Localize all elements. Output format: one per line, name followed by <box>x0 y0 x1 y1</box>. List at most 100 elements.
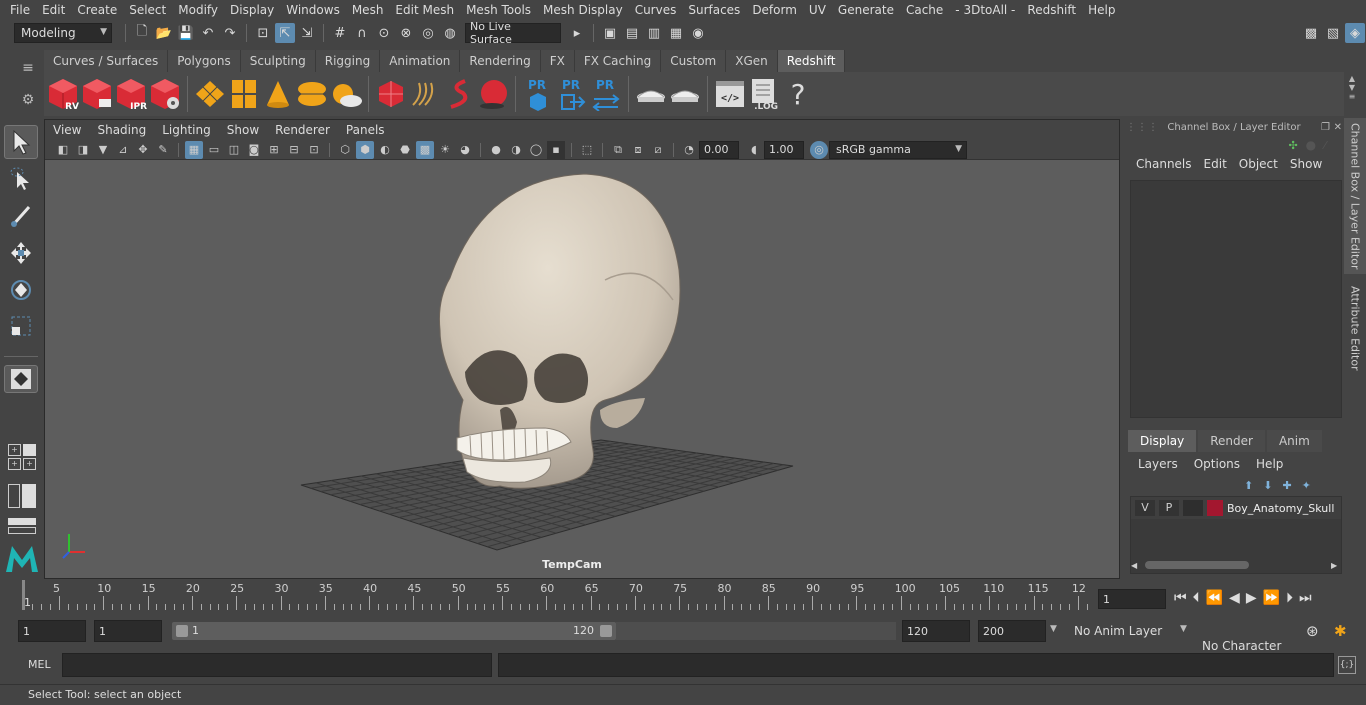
tab-custom[interactable]: Custom <box>661 50 727 72</box>
layer-color-swatch[interactable] <box>1207 500 1223 516</box>
chevron-down-icon[interactable]: ▼ <box>1180 624 1187 634</box>
go-to-end-icon[interactable]: ⏭ <box>1299 590 1312 606</box>
anim-layer-select[interactable]: No Anim Layer <box>1068 620 1178 642</box>
menu-uv[interactable]: UV <box>803 3 832 17</box>
chevron-right-icon[interactable]: ▶ <box>1331 561 1341 570</box>
select-tool-button[interactable] <box>4 125 38 159</box>
log-button[interactable]: .LOG <box>748 76 780 112</box>
shadows-icon[interactable]: ◕ <box>456 141 474 159</box>
viewport-menu-view[interactable]: View <box>45 123 89 137</box>
menu-windows[interactable]: Windows <box>280 3 346 17</box>
redshift-rv-button[interactable]: RV <box>47 76 79 112</box>
mode-selector[interactable]: Modeling ▼ <box>14 23 112 43</box>
2d-pan-icon[interactable]: ✥ <box>134 141 152 159</box>
render-current-icon[interactable]: ▤ <box>622 23 642 43</box>
hypershade-icon[interactable]: ◉ <box>688 23 708 43</box>
select-hierarchy-icon[interactable]: ⊡ <box>253 23 273 43</box>
safe-title-icon[interactable]: ⊡ <box>305 141 323 159</box>
menu-curves[interactable]: Curves <box>629 3 683 17</box>
xray-active-icon[interactable]: ⧄ <box>649 141 667 159</box>
motion-blur-icon[interactable]: ◑ <box>507 141 525 159</box>
range-end-handle[interactable] <box>600 625 612 637</box>
menu-display[interactable]: Display <box>224 3 280 17</box>
scroll-thumb[interactable] <box>1145 561 1249 569</box>
toolkit-icon[interactable]: ▧ <box>1323 23 1343 43</box>
viewport-menu-renderer[interactable]: Renderer <box>267 123 338 137</box>
playback-end-field[interactable]: 120 <box>902 620 970 642</box>
menu-mesh[interactable]: Mesh <box>346 3 390 17</box>
bake-settings-button[interactable] <box>669 76 701 112</box>
menu-file[interactable]: File <box>4 3 36 17</box>
snap-surface-icon[interactable]: ◎ <box>418 23 438 43</box>
channel-list[interactable] <box>1130 180 1342 418</box>
use-lights-icon[interactable]: ☀ <box>436 141 454 159</box>
tab-rendering[interactable]: Rendering <box>460 50 541 72</box>
step-forward-frame-icon[interactable]: ⏵ <box>1286 590 1293 606</box>
select-component-icon[interactable]: ⇲ <box>297 23 317 43</box>
menu-select[interactable]: Select <box>123 3 172 17</box>
redshift-tiles-button[interactable] <box>228 76 260 112</box>
viewport-menu-panels[interactable]: Panels <box>338 123 393 137</box>
go-to-start-icon[interactable]: ⏮ <box>1174 590 1187 606</box>
tab-animation[interactable]: Animation <box>380 50 461 72</box>
gamma-icon[interactable]: ◖ <box>745 141 763 159</box>
play-forwards-icon[interactable]: ▶ <box>1246 590 1257 606</box>
wireframe-icon[interactable]: ⬡ <box>336 141 354 159</box>
menu-create[interactable]: Create <box>71 3 123 17</box>
workspace-icon[interactable]: ▩ <box>1301 23 1321 43</box>
chevron-down-icon[interactable]: ▼ <box>1050 624 1057 634</box>
script-editor-button[interactable]: </> <box>714 76 746 112</box>
redshift-render-sequence-button[interactable] <box>81 76 113 112</box>
new-layer-selected-icon[interactable]: ✦ <box>1302 479 1311 492</box>
redshift-settings-button[interactable] <box>149 76 181 112</box>
menu-help[interactable]: Help <box>1082 3 1121 17</box>
redshift-sun-sky-button[interactable] <box>330 76 362 112</box>
layer-row[interactable]: V P Boy_Anatomy_Skull <box>1131 497 1341 519</box>
viewport-menu-shading[interactable]: Shading <box>89 123 154 137</box>
redshift-proxy-button[interactable] <box>194 76 226 112</box>
shelf-menu-icon[interactable]: ≡ <box>22 60 34 76</box>
tab-sculpting[interactable]: Sculpting <box>240 50 316 72</box>
manipulator-icon[interactable]: ✣ <box>1288 139 1297 152</box>
grid-toggle-icon[interactable]: ▦ <box>185 140 203 159</box>
help-button[interactable]: ? <box>782 76 814 112</box>
step-forward-key-icon[interactable]: ⏩ <box>1263 590 1280 606</box>
speed-icon[interactable]: ● <box>1306 138 1316 152</box>
xray-icon[interactable]: ⧉ <box>609 141 627 159</box>
field-chart-icon[interactable]: ⊞ <box>265 141 283 159</box>
menu-generate[interactable]: Generate <box>832 3 900 17</box>
image-plane-icon[interactable]: ⊿ <box>114 141 132 159</box>
new-empty-layer-icon[interactable]: ✚ <box>1282 479 1291 492</box>
menu-modify[interactable]: Modify <box>172 3 224 17</box>
tab-redshift[interactable]: Redshift <box>777 50 846 72</box>
outliner-layout-button[interactable] <box>8 484 36 508</box>
isolate-select-icon[interactable]: ⬚ <box>578 141 596 159</box>
grip-handle[interactable]: ⋮⋮⋮ <box>1126 122 1159 133</box>
camera-select-icon[interactable]: ◧ <box>54 141 72 159</box>
tab-layer-display[interactable]: Display <box>1128 430 1197 452</box>
tab-layer-anim[interactable]: Anim <box>1266 430 1322 452</box>
redshift-spotlight-button[interactable] <box>262 76 294 112</box>
shelf-menu-icon[interactable]: ≡ <box>1349 92 1356 101</box>
gamma-field[interactable]: 1.00 <box>764 140 804 159</box>
script-editor-icon[interactable]: {;} <box>1338 656 1356 674</box>
channel-menu-show[interactable]: Show <box>1284 157 1328 171</box>
layer-scrollbar[interactable]: ◀ ▶ <box>1131 559 1341 571</box>
move-layer-up-icon[interactable]: ⬆ <box>1244 479 1253 492</box>
new-scene-icon[interactable]: 🗋 <box>132 23 152 43</box>
layer-name[interactable]: Boy_Anatomy_Skull <box>1227 502 1334 515</box>
redshift-sphere-button[interactable] <box>477 76 509 112</box>
bookmark-icon[interactable]: ▼ <box>94 141 112 159</box>
expand-arrow-icon[interactable]: ▸ <box>567 23 587 43</box>
select-object-icon[interactable]: ⇱ <box>275 23 295 43</box>
range-slider[interactable]: 1 120 <box>172 622 616 640</box>
single-pane-button[interactable] <box>4 365 38 393</box>
tab-layer-render[interactable]: Render <box>1198 430 1265 452</box>
redshift-volume-button[interactable] <box>375 76 407 112</box>
start-time-field[interactable]: 1 <box>18 620 86 642</box>
tab-attribute-editor[interactable]: Attribute Editor <box>1344 278 1366 378</box>
gear-icon[interactable]: ⚙ <box>22 92 35 108</box>
textured-icon[interactable]: ▩ <box>416 140 434 159</box>
layout-icon[interactable]: ◈ <box>1345 23 1365 43</box>
snap-view-icon[interactable]: ⊗ <box>396 23 416 43</box>
